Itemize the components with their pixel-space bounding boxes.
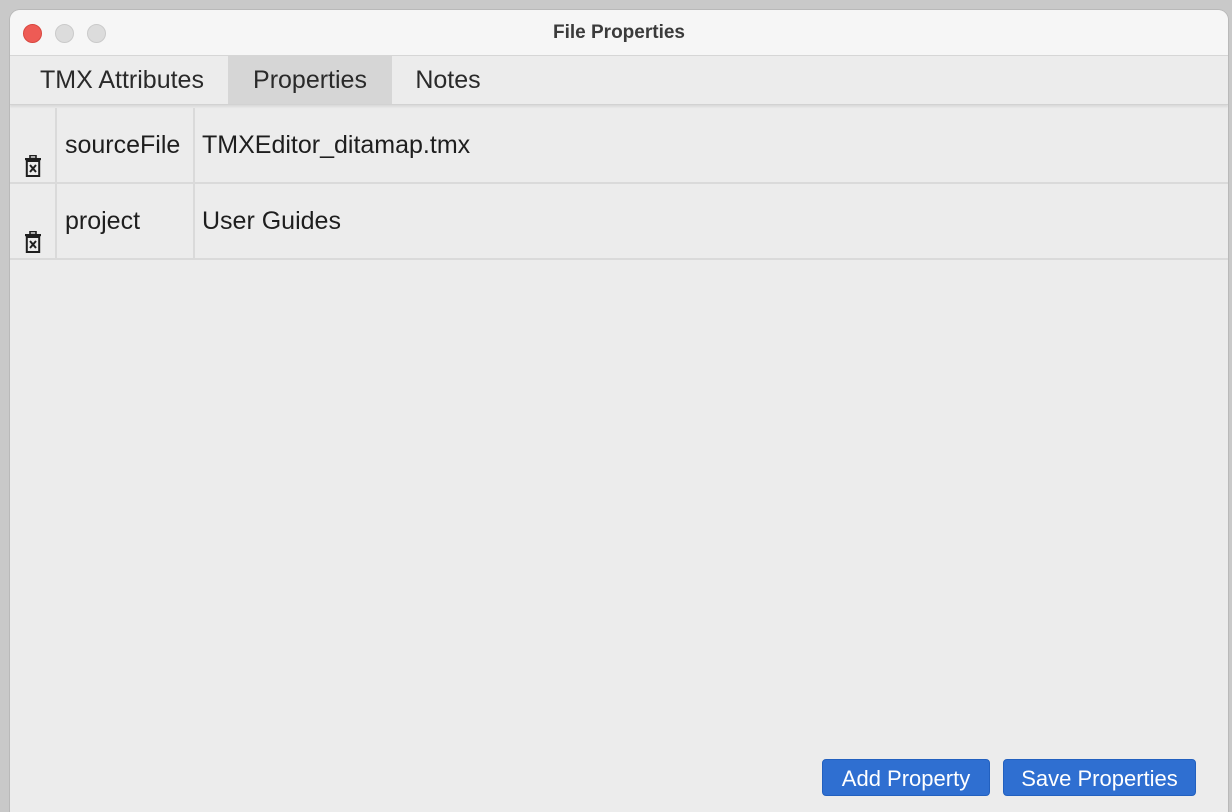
table-row: sourceFile TMXEditor_ditamap.tmx: [10, 108, 1228, 184]
close-window-button[interactable]: [23, 24, 42, 43]
title-bar: File Properties: [10, 10, 1228, 56]
tab-properties[interactable]: Properties: [228, 56, 392, 104]
tab-bar: TMX Attributes Properties Notes: [10, 56, 1228, 105]
trash-icon[interactable]: [23, 132, 43, 178]
save-properties-button[interactable]: Save Properties: [1003, 759, 1196, 796]
trash-icon[interactable]: [23, 208, 43, 254]
property-name[interactable]: project: [57, 184, 195, 258]
table-row: project User Guides: [10, 184, 1228, 260]
properties-table: sourceFile TMXEditor_ditamap.tmx project…: [10, 108, 1228, 260]
tab-tmx-attributes[interactable]: TMX Attributes: [17, 56, 227, 104]
tab-notes[interactable]: Notes: [393, 56, 503, 104]
add-property-button[interactable]: Add Property: [822, 759, 990, 796]
property-name[interactable]: sourceFile: [57, 108, 195, 182]
window-title: File Properties: [553, 22, 685, 43]
file-properties-window: File Properties TMX Attributes Propertie…: [10, 10, 1228, 812]
delete-property-cell: [10, 108, 57, 182]
property-value[interactable]: TMXEditor_ditamap.tmx: [195, 108, 1228, 182]
property-value[interactable]: User Guides: [195, 184, 1228, 258]
maximize-window-button[interactable]: [87, 24, 106, 43]
delete-property-cell: [10, 184, 57, 258]
minimize-window-button[interactable]: [55, 24, 74, 43]
